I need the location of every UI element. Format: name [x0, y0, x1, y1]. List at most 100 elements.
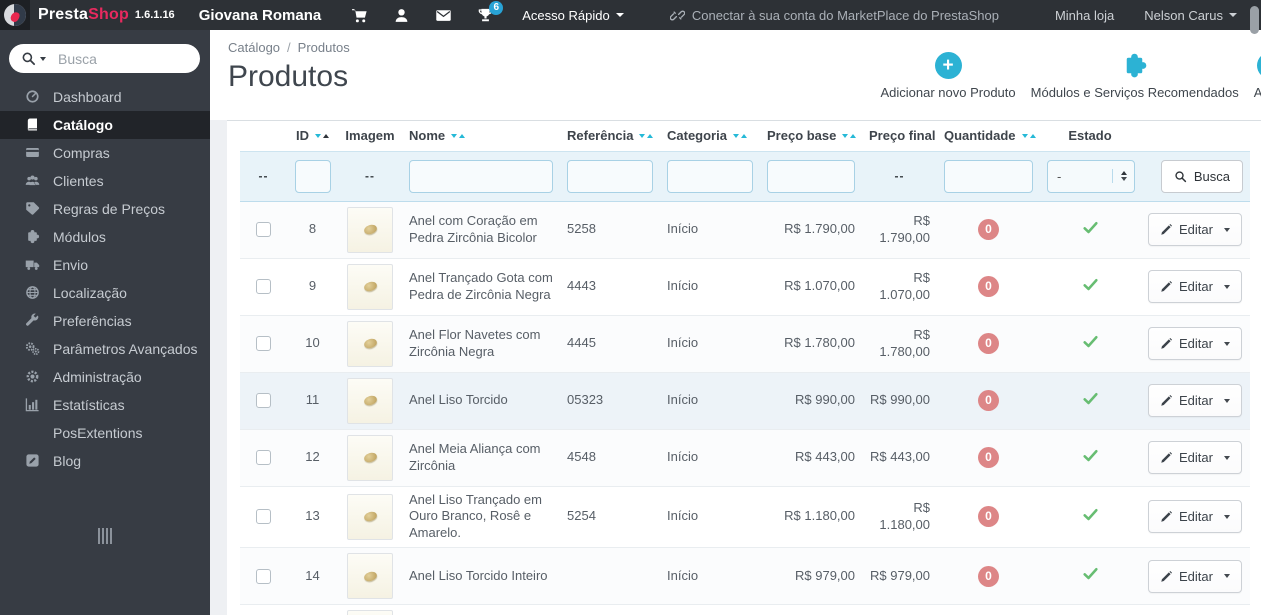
sidebar-item-blog[interactable]: Blog [0, 447, 210, 475]
row-checkbox[interactable] [256, 279, 271, 295]
header-price-base[interactable]: Preço base [760, 121, 862, 151]
sidebar-menu: Dashboard Catálogo Compras Clientes Regr… [0, 83, 210, 475]
customer-icon[interactable] [393, 7, 410, 24]
product-thumbnail[interactable] [347, 263, 393, 310]
sidebar: Dashboard Catálogo Compras Clientes Regr… [0, 30, 239, 615]
product-thumbnail[interactable] [347, 553, 393, 600]
row-checkbox[interactable] [256, 393, 271, 409]
search-filter-button[interactable]: Busca [1160, 159, 1243, 193]
help-button[interactable]: ? Ajuda [1254, 52, 1261, 100]
product-row[interactable]: 9 Anel Trançado Gota com Pedra de Zircôn… [240, 257, 1250, 315]
filter-category-input[interactable] [667, 159, 753, 193]
brand-name: PrestaShop [38, 6, 129, 23]
user-menu[interactable]: Nelson Carus [1144, 8, 1237, 23]
header-price-final: Preço final [869, 128, 936, 144]
sidebar-item-m-dulos[interactable]: Módulos [0, 223, 210, 251]
product-thumbnail[interactable] [347, 206, 393, 253]
status-check-icon [1082, 390, 1099, 407]
product-name: Anel Liso Torcido [409, 392, 508, 408]
sidebar-item-localiza-o[interactable]: Localização [0, 279, 210, 307]
edit-button[interactable]: Editar [1148, 441, 1242, 474]
sidebar-item-regras-de-pre-os[interactable]: Regras de Preços [0, 195, 210, 223]
breadcrumb-catalog[interactable]: Catálogo [228, 40, 280, 55]
header-actions: + Adicionar novo Produto Módulos e Servi… [880, 52, 1261, 100]
row-checkbox[interactable] [256, 450, 271, 466]
product-thumbnail[interactable] [347, 610, 393, 615]
row-checkbox[interactable] [256, 509, 271, 525]
scrollbar-thumb[interactable] [1250, 6, 1259, 34]
sidebar-item-posextentions[interactable]: PosExtentions [0, 419, 210, 447]
filter-reference-input[interactable] [567, 159, 653, 193]
edit-button[interactable]: Editar [1148, 213, 1242, 246]
product-thumbnail[interactable] [347, 493, 393, 540]
quick-access-menu[interactable]: Acesso Rápido [522, 8, 624, 23]
edit-button[interactable]: Editar [1148, 270, 1242, 303]
chevron-down-icon[interactable] [1223, 398, 1230, 403]
shop-name-link[interactable]: Giovana Romana [199, 7, 322, 24]
sidebar-item-dashboard[interactable]: Dashboard [0, 83, 210, 111]
messages-icon[interactable] [435, 7, 452, 24]
tag-icon [25, 201, 41, 217]
add-product-button[interactable]: + Adicionar novo Produto [880, 52, 1016, 100]
edit-button[interactable]: Editar [1148, 384, 1242, 417]
sidebar-item-administra-o[interactable]: Administração [0, 363, 210, 391]
search-scope-caret-icon[interactable] [40, 56, 46, 61]
recommended-modules-button[interactable]: Módulos e Serviços Recomendados [1031, 52, 1239, 100]
product-row[interactable]: 15 Anel Curva Liso com Navetes 4423 Iníc… [240, 604, 1250, 615]
chevron-down-icon[interactable] [1223, 514, 1230, 519]
product-row[interactable]: 14 Anel Liso Torcido Inteiro Início R$ 9… [240, 547, 1250, 605]
product-row[interactable]: 12 Anel Meia Aliança com Zircônia 4548 I… [240, 428, 1250, 486]
filter-empty-marker: -- [258, 169, 269, 183]
filter-empty-marker: -- [894, 169, 905, 183]
edit-button[interactable]: Editar [1148, 559, 1242, 593]
cart-icon[interactable] [351, 7, 368, 24]
filter-status-select[interactable]: - [1047, 159, 1135, 193]
product-thumbnail[interactable] [347, 434, 393, 481]
product-row[interactable]: 10 Anel Flor Navetes com Zircônia Negra … [240, 314, 1250, 372]
chevron-down-icon[interactable] [1223, 341, 1230, 346]
product-thumbnail[interactable] [347, 377, 393, 424]
sidebar-collapse-handle[interactable] [0, 528, 210, 544]
product-category: Início [667, 278, 699, 294]
sidebar-item-estat-sticas[interactable]: Estatísticas [0, 391, 210, 419]
row-checkbox[interactable] [256, 336, 271, 352]
product-id: 8 [308, 221, 317, 237]
notifications-trophy-icon[interactable]: 6 [477, 0, 504, 24]
status-check-icon [1082, 506, 1099, 523]
sidebar-item-prefer-ncias[interactable]: Preferências [0, 307, 210, 335]
product-name: Anel Liso Torcido Inteiro [409, 567, 548, 583]
chevron-down-icon[interactable] [1223, 284, 1230, 289]
filter-name-input[interactable] [409, 159, 553, 193]
marketplace-link[interactable]: Conectar à sua conta do MarketPlace do P… [670, 8, 999, 23]
sidebar-item-envio[interactable]: Envio [0, 251, 210, 279]
users-icon [25, 173, 41, 189]
product-row[interactable]: 8 Anel com Coração em Pedra Zircônia Bic… [240, 200, 1250, 258]
sidebar-item-cat-logo[interactable]: Catálogo [0, 111, 210, 139]
product-reference: 5254 [567, 508, 596, 524]
header-reference[interactable]: Referência [560, 121, 660, 151]
chevron-down-icon[interactable] [1223, 227, 1230, 232]
dashboard-icon [25, 89, 41, 105]
my-shop-link[interactable]: Minha loja [1055, 8, 1114, 23]
header-id[interactable]: ID [287, 121, 338, 151]
header-quantity[interactable]: Quantidade [937, 121, 1040, 151]
header-name[interactable]: Nome [402, 121, 560, 151]
product-row[interactable]: 11 Anel Liso Torcido 05323 Início R$ 990… [240, 371, 1250, 429]
filter-id-input[interactable] [294, 159, 331, 193]
header-category[interactable]: Categoria [660, 121, 760, 151]
chevron-down-icon[interactable] [1223, 455, 1230, 460]
product-name: Anel Liso Trançado em Ouro Branco, Rosê … [409, 491, 542, 541]
chevron-down-icon[interactable] [1223, 574, 1230, 579]
filter-quantity-input[interactable] [944, 159, 1033, 193]
row-checkbox[interactable] [256, 222, 271, 238]
edit-button[interactable]: Editar [1148, 500, 1242, 534]
product-thumbnail[interactable] [347, 320, 393, 367]
row-checkbox[interactable] [256, 568, 271, 584]
prestashop-logo[interactable] [0, 0, 30, 30]
filter-price-base-input[interactable] [767, 159, 855, 193]
sidebar-item-clientes[interactable]: Clientes [0, 167, 210, 195]
sidebar-item-compras[interactable]: Compras [0, 139, 210, 167]
sidebar-item-par-metros-avan-ados[interactable]: Parâmetros Avançados [0, 335, 210, 363]
edit-button[interactable]: Editar [1148, 327, 1242, 360]
product-row[interactable]: 13 Anel Liso Trançado em Ouro Branco, Ro… [240, 485, 1250, 548]
